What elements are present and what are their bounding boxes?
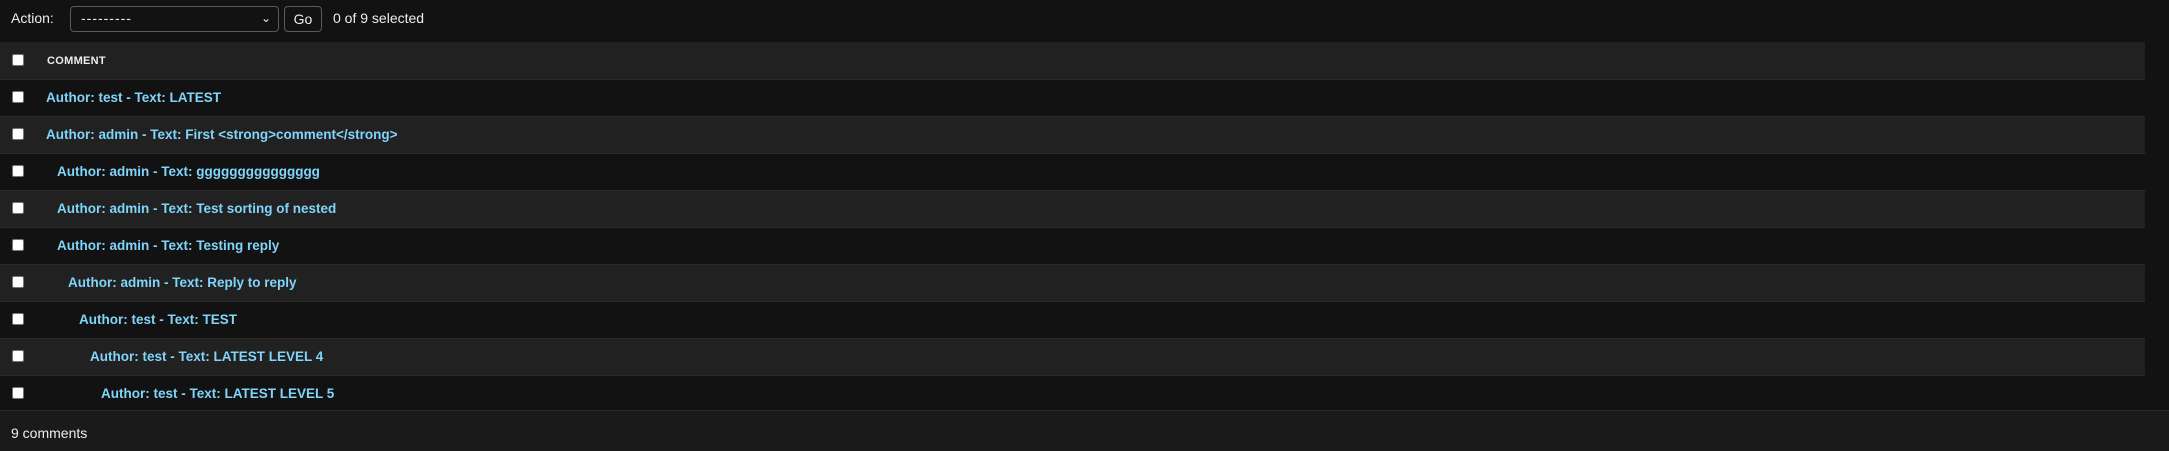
row-checkbox[interactable] <box>12 202 24 214</box>
actions-bar: Action: --------- ⌄ Go 0 of 9 selected <box>0 0 2169 39</box>
row-checkbox[interactable] <box>12 313 24 325</box>
result-table: COMMENT Author: test - Text: LATEST Autho… <box>0 42 2145 413</box>
comment-link[interactable]: Author: admin - Text: Testing reply <box>57 238 279 253</box>
select-all-checkbox[interactable] <box>12 54 24 66</box>
table-row: Author: admin - Text: Reply to reply <box>0 265 2145 302</box>
comment-link[interactable]: Author: admin - Text: First <strong>comm… <box>46 127 398 142</box>
comment-link[interactable]: Author: test - Text: LATEST <box>46 90 221 105</box>
go-button[interactable]: Go <box>284 6 322 32</box>
action-label: Action: <box>11 10 54 26</box>
row-checkbox[interactable] <box>12 387 24 399</box>
table-row: Author: test - Text: LATEST LEVEL 5 <box>0 376 2145 413</box>
table-row: Author: test - Text: LATEST <box>0 80 2145 117</box>
table-row: Author: admin - Text: Testing reply <box>0 228 2145 265</box>
comment-link[interactable]: Author: admin - Text: Test sorting of ne… <box>57 201 336 216</box>
right-gutter <box>2145 39 2169 410</box>
comment-link[interactable]: Author: test - Text: LATEST LEVEL 4 <box>90 349 323 364</box>
table-row: Author: admin - Text: First <strong>comm… <box>0 117 2145 154</box>
row-checkbox[interactable] <box>12 276 24 288</box>
row-checkbox[interactable] <box>12 128 24 140</box>
comment-link[interactable]: Author: admin - Text: Reply to reply <box>68 275 297 290</box>
selected-count: 0 of 9 selected <box>333 10 425 26</box>
row-checkbox[interactable] <box>12 239 24 251</box>
action-select-value: --------- <box>81 10 132 26</box>
comment-link[interactable]: Author: test - Text: TEST <box>79 312 237 327</box>
table-header: COMMENT <box>0 42 2145 80</box>
column-header-comment[interactable]: COMMENT <box>47 55 106 67</box>
comment-link[interactable]: Author: test - Text: LATEST LEVEL 5 <box>101 386 334 401</box>
table-body: Author: test - Text: LATEST Author: admin… <box>0 80 2145 413</box>
action-select[interactable]: --------- ⌄ <box>70 6 279 32</box>
table-row: Author: admin - Text: ggggggggggggggg <box>0 154 2145 191</box>
table-row: Author: test - Text: TEST <box>0 302 2145 339</box>
row-checkbox[interactable] <box>12 350 24 362</box>
result-count: 9 comments <box>11 425 88 441</box>
chevron-down-icon: ⌄ <box>260 11 271 25</box>
row-checkbox[interactable] <box>12 91 24 103</box>
table-row: Author: test - Text: LATEST LEVEL 4 <box>0 339 2145 376</box>
comment-link[interactable]: Author: admin - Text: ggggggggggggggg <box>57 164 320 179</box>
paginator: 9 comments <box>0 410 2169 451</box>
table-row: Author: admin - Text: Test sorting of ne… <box>0 191 2145 228</box>
row-checkbox[interactable] <box>12 165 24 177</box>
